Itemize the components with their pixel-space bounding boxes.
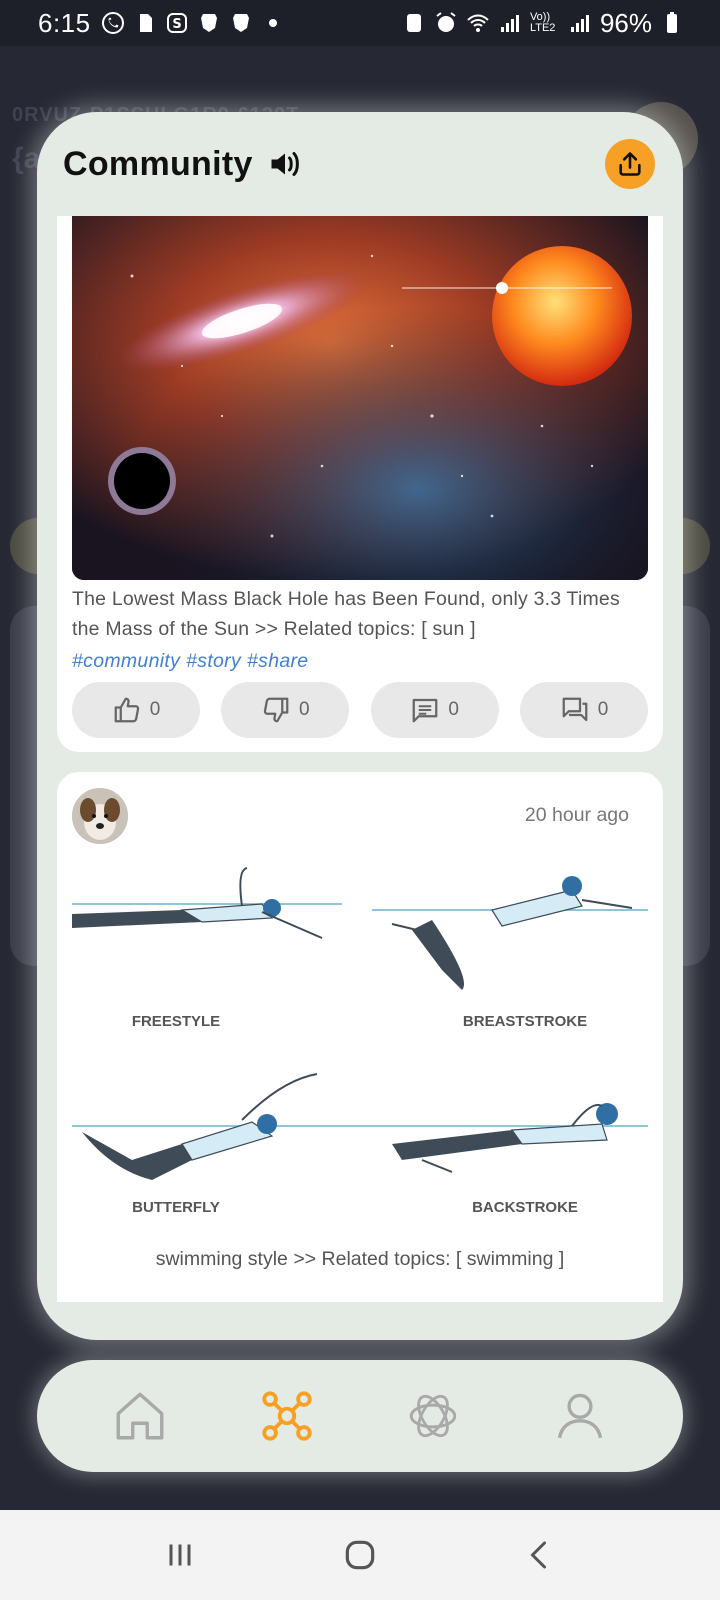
home-circle-icon xyxy=(345,1540,375,1570)
wifi-icon xyxy=(467,14,489,32)
home-button[interactable] xyxy=(330,1525,390,1585)
network-label: Vo)) LTE2 xyxy=(529,11,556,34)
post-caption: swimming style >> Related topics: [ swim… xyxy=(155,1248,565,1270)
sd-card-icon xyxy=(139,14,152,32)
alarm-icon xyxy=(436,12,456,32)
recents-icon xyxy=(169,1544,191,1566)
back-icon xyxy=(530,1541,546,1569)
swimming-styles-illustration: FREESTYLE BREASTSTROKE BUTTERFLY BACKSTR… xyxy=(72,860,648,1232)
comment-icon xyxy=(412,698,438,723)
brave-icon xyxy=(200,14,217,32)
community-header: Community xyxy=(37,112,683,216)
comment-button[interactable]: 0 xyxy=(370,682,499,738)
community-feed[interactable]: The Lowest Mass Black Hole has Been Foun… xyxy=(57,216,663,1322)
speaker-icon[interactable] xyxy=(267,146,303,182)
dot-icon xyxy=(268,19,277,27)
forum-icon xyxy=(562,697,588,722)
notification-icons: S xyxy=(101,11,285,35)
post-caption: The Lowest Mass Black Hole has Been Foun… xyxy=(72,588,620,640)
thumbs-up-icon xyxy=(114,697,139,723)
bottom-nav xyxy=(37,1360,683,1472)
post-actions: 0 0 0 0 xyxy=(72,682,648,738)
reply-count: 0 xyxy=(597,699,609,720)
recents-button[interactable] xyxy=(150,1525,210,1585)
nav-profile[interactable] xyxy=(548,1384,612,1448)
tag-link[interactable]: #story xyxy=(186,650,241,672)
battery-percent: 96% xyxy=(599,7,652,38)
post-image[interactable] xyxy=(72,216,648,580)
recycle-icon xyxy=(406,14,421,32)
space-image-illustration xyxy=(72,216,648,580)
share-icon xyxy=(619,152,641,176)
post-tags: #community #story #share xyxy=(72,650,314,673)
battery-icon xyxy=(667,12,677,33)
dislike-button[interactable]: 0 xyxy=(221,682,350,738)
tag-link[interactable]: #community xyxy=(72,650,180,672)
person-icon xyxy=(557,1393,602,1439)
nav-ai[interactable] xyxy=(401,1384,465,1448)
dog-avatar-image xyxy=(72,788,128,844)
page-title: Community xyxy=(63,144,253,183)
system-navigation-bar xyxy=(0,1510,720,1600)
ai-icon xyxy=(410,1394,457,1438)
nav-home[interactable] xyxy=(108,1384,172,1448)
breaststroke-label: BREASTSTROKE xyxy=(463,1013,587,1030)
s-icon: S xyxy=(166,13,187,33)
thumbs-down-icon xyxy=(263,697,289,723)
avatar[interactable] xyxy=(72,788,128,844)
post-timestamp: 20 hour ago xyxy=(524,804,629,826)
back-button[interactable] xyxy=(510,1525,570,1585)
brave-icon-2 xyxy=(232,14,249,32)
backstroke-label: BACKSTROKE xyxy=(472,1199,578,1216)
share-button[interactable] xyxy=(605,139,655,189)
freestyle-label: FREESTYLE xyxy=(132,1013,220,1030)
tag-link[interactable]: #share xyxy=(247,650,308,672)
home-icon xyxy=(116,1392,164,1440)
butterfly-label: BUTTERFLY xyxy=(132,1199,220,1216)
post-card: The Lowest Mass Black Hole has Been Foun… xyxy=(57,216,663,752)
like-button[interactable]: 0 xyxy=(72,682,200,738)
reply-button[interactable]: 0 xyxy=(519,682,648,738)
dislike-count: 0 xyxy=(299,699,310,720)
status-time: 6:15 xyxy=(38,7,91,38)
svg-text:S: S xyxy=(172,17,181,32)
nav-community[interactable] xyxy=(255,1384,319,1448)
like-count: 0 xyxy=(149,699,161,720)
signal-icon xyxy=(500,15,519,32)
community-sheet: Community The Lowest Mass Black Hole has… xyxy=(37,112,683,1340)
whatsapp-icon xyxy=(101,12,124,34)
system-icons: Vo)) LTE2 96% xyxy=(402,8,684,39)
signal-icon-2 xyxy=(570,15,589,32)
post-image[interactable]: FREESTYLE BREASTSTROKE BUTTERFLY BACKSTR… xyxy=(72,860,648,1232)
comment-count: 0 xyxy=(448,699,459,720)
network-icon xyxy=(262,1391,312,1441)
status-bar: 6:15 S Vo)) LTE2 96% xyxy=(0,0,720,46)
post-card: 20 hour ago FREESTYLE BREASTSTROKE BUTTE… xyxy=(57,772,663,1302)
